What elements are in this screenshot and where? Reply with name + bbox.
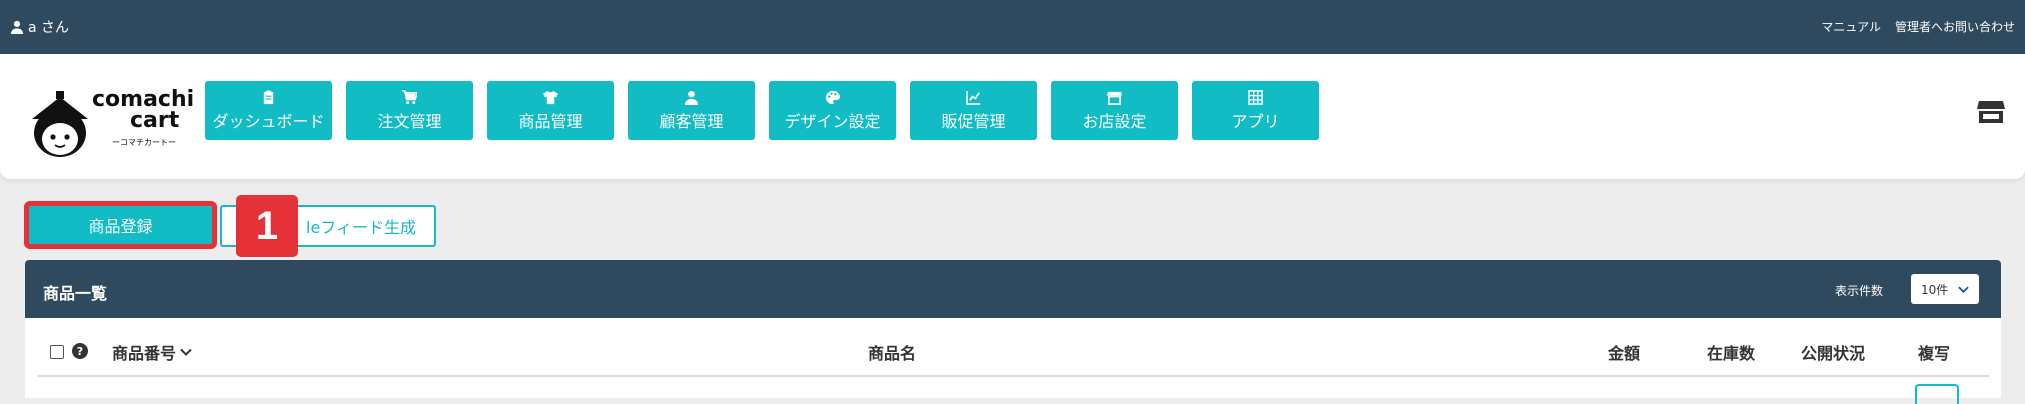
nav-promotions-label: 販促管理 [941, 111, 1006, 131]
nav-customers-label: 顧客管理 [659, 111, 724, 131]
column-price: 金額 [1608, 344, 1641, 363]
clipboard-icon [263, 89, 274, 104]
brand-subtitle: ーコマチカートー [112, 138, 176, 147]
column-product-number-label: 商品番号 [112, 344, 177, 363]
manual-link[interactable]: マニュアル [1821, 18, 1881, 35]
nav-design-settings-label: デザイン設定 [784, 111, 881, 131]
display-count-select[interactable]: 10件 [1911, 274, 1979, 304]
product-list-header: 商品一覧 表示件数 10件 [25, 260, 2001, 318]
brand-name-line2: cart [130, 108, 180, 133]
header: comachi cart ーコマチカートー ダッシュボード 注文管理 商品管理 … [0, 54, 2025, 179]
user-menu[interactable]: a さん [10, 17, 69, 37]
select-all-checkbox[interactable] [50, 345, 64, 359]
user-icon [684, 90, 699, 105]
main-nav: ダッシュボード 注文管理 商品管理 顧客管理 デザイン設定 販促管理 お店設定 [205, 81, 1319, 140]
store-icon [1107, 91, 1122, 105]
chart-line-icon [966, 90, 981, 105]
nav-apps-label: アプリ [1231, 111, 1280, 131]
nav-dashboard[interactable]: ダッシュボード [205, 81, 332, 140]
nav-orders[interactable]: 注文管理 [346, 81, 473, 140]
nav-apps[interactable]: アプリ [1192, 81, 1319, 140]
nav-products-label: 商品管理 [518, 111, 583, 131]
store-icon[interactable] [1977, 99, 2005, 125]
nav-design-settings[interactable]: デザイン設定 [769, 81, 896, 140]
nav-customers[interactable]: 顧客管理 [628, 81, 755, 140]
column-product-name: 商品名 [868, 344, 917, 363]
top-links: マニュアル 管理者へお問い合わせ [1821, 18, 2015, 35]
product-table: ? 商品番号 商品名 金額 在庫数 公開状況 複写 [25, 318, 2001, 404]
shirt-icon [543, 90, 558, 104]
comachi-cart-logo[interactable]: comachi cart ーコマチカートー [26, 87, 196, 167]
user-icon [10, 20, 24, 34]
grid-icon [1248, 89, 1263, 105]
nav-store-settings[interactable]: お店設定 [1051, 81, 1178, 140]
top-bar: a さん マニュアル 管理者へお問い合わせ [0, 0, 2025, 54]
column-product-number[interactable]: 商品番号 [112, 340, 192, 364]
nav-orders-label: 注文管理 [377, 111, 442, 131]
nav-promotions[interactable]: 販促管理 [910, 81, 1037, 140]
display-count-value: 10件 [1921, 282, 1949, 297]
product-register-button[interactable]: 商品登録 [24, 201, 217, 249]
palette-icon [825, 90, 840, 104]
chevron-down-icon [180, 348, 192, 356]
help-icon[interactable]: ? [72, 343, 88, 359]
nav-dashboard-label: ダッシュボード [212, 111, 325, 131]
table-header: ? 商品番号 商品名 金額 在庫数 公開状況 複写 [37, 318, 1989, 377]
column-copy: 複写 [1918, 344, 1951, 363]
nav-products[interactable]: 商品管理 [487, 81, 614, 140]
copy-button[interactable] [1915, 384, 1959, 404]
user-label: a さん [28, 20, 70, 36]
product-register-label: 商品登録 [88, 217, 153, 236]
column-publish-status: 公開状況 [1801, 344, 1866, 363]
panel-title: 商品一覧 [43, 284, 108, 303]
nav-store-settings-label: お店設定 [1082, 111, 1147, 131]
google-feed-label: leフィード生成 [306, 218, 416, 237]
column-stock: 在庫数 [1707, 344, 1756, 363]
display-count-label: 表示件数 [1834, 284, 1883, 298]
chevron-down-icon [1958, 286, 1969, 294]
mascot-logo-icon [32, 91, 88, 157]
cart-icon [402, 89, 417, 104]
step-badge: 1 [236, 195, 298, 257]
contact-admin-link[interactable]: 管理者へお問い合わせ [1895, 18, 2015, 35]
